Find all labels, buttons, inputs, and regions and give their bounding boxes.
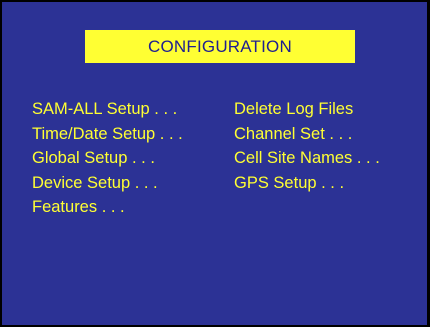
menu-column-left: SAM-ALL Setup . . . Time/Date Setup . . … bbox=[32, 97, 183, 220]
menu-item-delete-log-files[interactable]: Delete Log Files bbox=[234, 97, 380, 122]
menu-item-global-setup[interactable]: Global Setup . . . bbox=[32, 146, 183, 171]
menu-item-features[interactable]: Features . . . bbox=[32, 195, 183, 220]
menu-item-cell-site-names[interactable]: Cell Site Names . . . bbox=[234, 146, 380, 171]
page-title: CONFIGURATION bbox=[85, 30, 355, 63]
menu-item-gps-setup[interactable]: GPS Setup . . . bbox=[234, 171, 380, 196]
menu-column-right: Delete Log Files Channel Set . . . Cell … bbox=[234, 97, 380, 195]
menu-item-sam-all-setup[interactable]: SAM-ALL Setup . . . bbox=[32, 97, 183, 122]
menu-item-channel-set[interactable]: Channel Set . . . bbox=[234, 122, 380, 147]
menu-item-device-setup[interactable]: Device Setup . . . bbox=[32, 171, 183, 196]
menu-item-time-date-setup[interactable]: Time/Date Setup . . . bbox=[32, 122, 183, 147]
configuration-screen: CONFIGURATION SAM-ALL Setup . . . Time/D… bbox=[0, 0, 430, 327]
